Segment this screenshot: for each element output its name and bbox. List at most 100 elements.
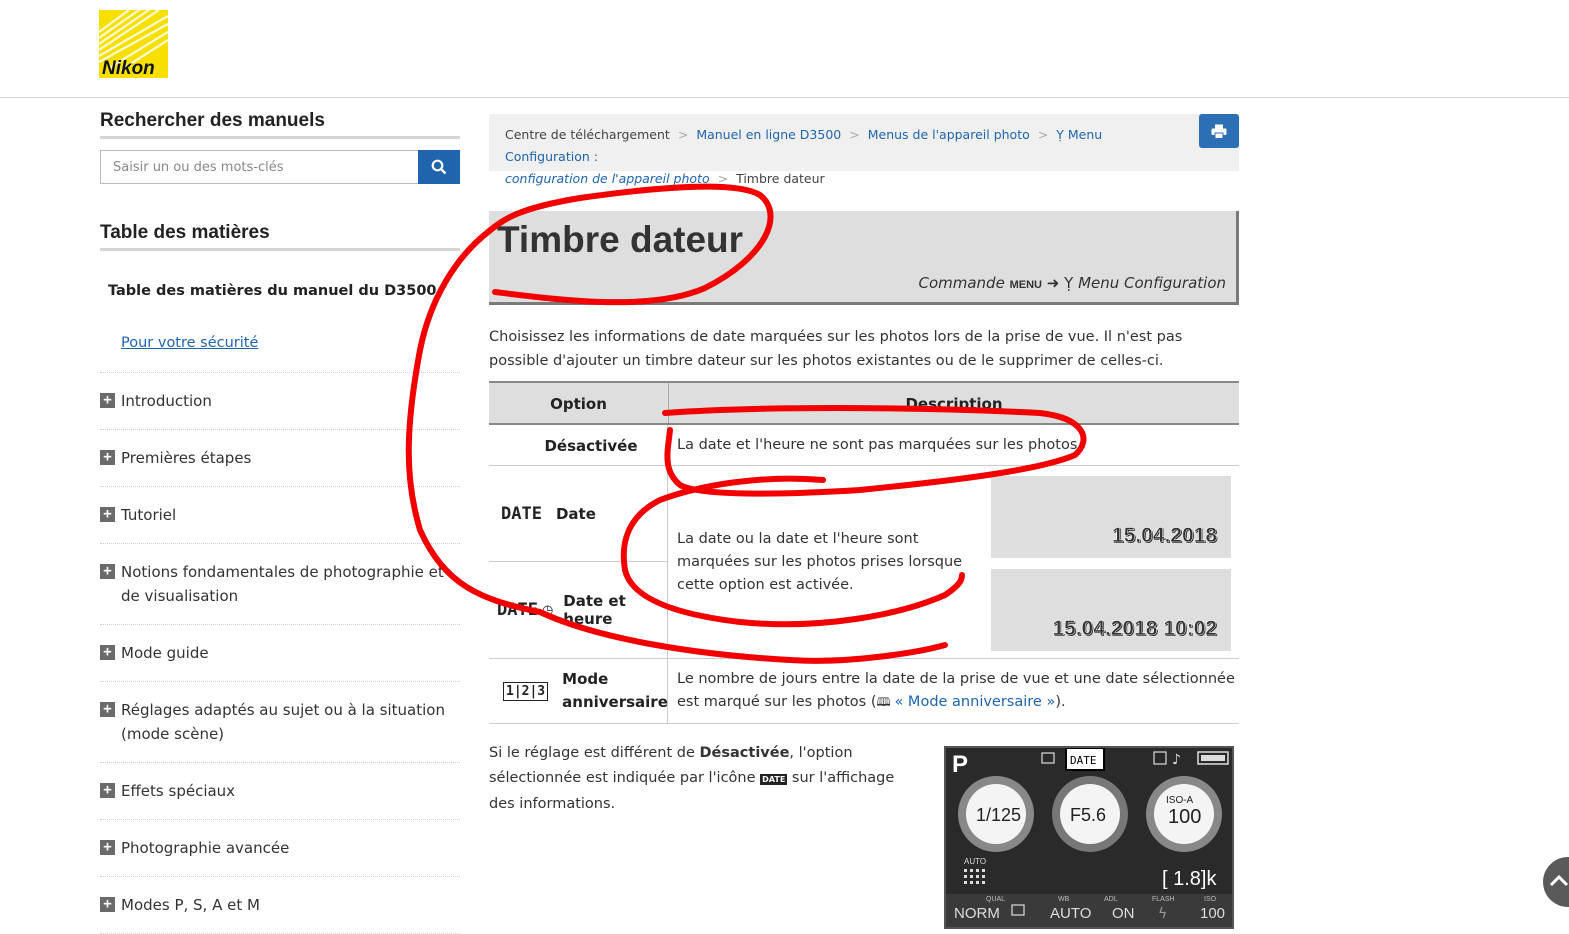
toc-item-label: Tutoriel bbox=[121, 506, 177, 524]
iso-bottom: 100 bbox=[1200, 905, 1225, 922]
expand-plus-icon[interactable]: + bbox=[100, 645, 115, 660]
breadcrumb-separator: > bbox=[1037, 127, 1049, 142]
nikon-logo[interactable]: Nikon bbox=[99, 10, 168, 78]
battery-outline-icon bbox=[1041, 752, 1055, 764]
chevron-up-icon bbox=[1549, 874, 1569, 887]
menu-command: Commande MENU ➜ Ỵ Menu Configuration bbox=[918, 274, 1226, 292]
option-date: DATE Date bbox=[489, 466, 668, 562]
toc-item-modes-psam[interactable]: + Modes P, S, A et M bbox=[100, 877, 460, 934]
toc-item-mode-guide[interactable]: + Mode guide bbox=[100, 625, 460, 682]
toc-item-label: Effets spéciaux bbox=[121, 782, 236, 800]
table-header: Option Description bbox=[489, 381, 1239, 425]
toc-heading: Table des matières bbox=[100, 222, 460, 251]
safety-link[interactable]: Pour votre sécurité bbox=[121, 335, 258, 351]
table-row: Désactivée La date et l'heure ne sont pa… bbox=[489, 425, 1239, 466]
info-paragraph: Si le réglage est différent de Désactivé… bbox=[489, 745, 895, 812]
toc-item-effets[interactable]: + Effets spéciaux bbox=[100, 763, 460, 820]
breadcrumb-separator: > bbox=[849, 127, 860, 142]
shooting-mode: P bbox=[952, 751, 968, 778]
exposures-remaining: [ 1.8]k bbox=[1162, 868, 1217, 890]
description-anniversary: Le nombre de jours entre la date de la p… bbox=[677, 671, 1235, 710]
flash-icon: ϟ bbox=[1158, 906, 1167, 922]
breadcrumb-link[interactable]: configuration de l'appareil photo bbox=[505, 171, 710, 186]
toc-title[interactable]: Table des matières du manuel du D3500 bbox=[100, 251, 460, 307]
search-input[interactable] bbox=[100, 150, 418, 184]
menu-key-label: MENU bbox=[1009, 279, 1042, 291]
shutter-speed: 1/125 bbox=[976, 805, 1021, 825]
s-icon bbox=[1153, 751, 1167, 765]
arrow-icon: ➜ bbox=[1046, 274, 1060, 292]
table-row: 1|2|3 Mode anniversaire Le nombre de jour… bbox=[489, 659, 1239, 724]
table-row-group: DATE Date DATE ◷ Date et heure La date ou… bbox=[489, 466, 1239, 659]
date-badge-icon: DATE bbox=[760, 773, 788, 785]
toc-item-label: Mode guide bbox=[121, 644, 209, 662]
white-balance: AUTO bbox=[1050, 905, 1091, 922]
date-time-icon: DATE bbox=[497, 600, 538, 620]
option-anniversary: 1|2|3 Mode anniversaire bbox=[489, 659, 668, 723]
search-icon bbox=[431, 159, 447, 175]
sidebar: Rechercher des manuels Table des matière… bbox=[100, 110, 460, 934]
lcd-bottom-label: ADL bbox=[1104, 896, 1118, 903]
clock-icon: ◷ bbox=[541, 602, 554, 618]
expand-plus-icon[interactable]: + bbox=[100, 564, 115, 579]
column-header-description: Description bbox=[905, 395, 1003, 413]
toc-item-label: Photographie avancée bbox=[121, 839, 290, 857]
iso-label: ISO-A bbox=[1166, 795, 1194, 806]
toc-item-label: Premières étapes bbox=[121, 449, 252, 467]
af-area-icon bbox=[964, 869, 985, 884]
column-header-option: Option bbox=[489, 383, 669, 423]
toc-item-label: Réglages adaptés au sujet ou à la situat… bbox=[121, 701, 445, 743]
iso-value: 100 bbox=[1168, 806, 1201, 828]
toc-item-tutoriel[interactable]: + Tutoriel bbox=[100, 487, 460, 544]
expand-plus-icon[interactable]: + bbox=[100, 507, 115, 522]
expand-plus-icon[interactable]: + bbox=[100, 393, 115, 408]
description-date: La date ou la date et l'heure sont marqu… bbox=[677, 530, 963, 593]
expand-plus-icon[interactable]: + bbox=[100, 840, 115, 855]
breadcrumb-link[interactable]: Menus de l'appareil photo bbox=[868, 127, 1030, 142]
aperture: F5.6 bbox=[1070, 805, 1106, 825]
breadcrumb-link[interactable]: Manuel en ligne D3500 bbox=[696, 127, 841, 142]
book-icon: 🕮 bbox=[876, 695, 895, 709]
toc-item-notions[interactable]: + Notions fondamentales de photographie … bbox=[100, 544, 460, 625]
options-table: Option Description Désactivée La date et… bbox=[489, 381, 1239, 724]
option-date-time: DATE ◷ Date et heure bbox=[497, 592, 626, 628]
print-button[interactable] bbox=[1199, 114, 1239, 148]
breadcrumb-separator: > bbox=[717, 171, 729, 186]
anniversary-icon: 1|2|3 bbox=[503, 681, 549, 701]
search-button[interactable] bbox=[418, 150, 460, 184]
scroll-top-button[interactable] bbox=[1543, 857, 1569, 907]
datetime-sample-image: 15.04.2018 10:02 bbox=[991, 569, 1231, 651]
date-sample-image: 15.04.2018 bbox=[991, 476, 1231, 558]
toc-safety-item: Pour votre sécurité bbox=[100, 315, 460, 373]
anniversary-link[interactable]: « Mode anniversaire » bbox=[894, 694, 1055, 710]
music-icon: ♪ bbox=[1172, 752, 1181, 768]
lcd-bottom-label: WB bbox=[1058, 896, 1070, 903]
breadcrumb-item[interactable]: Centre de téléchargement bbox=[505, 127, 670, 142]
expand-plus-icon[interactable]: + bbox=[100, 450, 115, 465]
wrench-icon: Ỵ bbox=[1056, 127, 1068, 142]
intro-paragraph: Choisissez les informations de date marq… bbox=[489, 329, 1183, 369]
expand-plus-icon[interactable]: + bbox=[100, 897, 115, 912]
image-quality: NORM bbox=[954, 905, 1000, 922]
breadcrumb-separator: > bbox=[677, 127, 689, 142]
lcd-bottom-label: ISO bbox=[1204, 896, 1217, 903]
expand-plus-icon[interactable]: + bbox=[100, 783, 115, 798]
auto-label: AUTO bbox=[964, 857, 986, 866]
adl: ON bbox=[1112, 905, 1135, 922]
search-heading: Rechercher des manuels bbox=[100, 110, 460, 139]
page-title: Timbre dateur bbox=[497, 219, 744, 260]
toc-item-introduction[interactable]: + Introduction bbox=[100, 373, 460, 430]
site-header: Nikon bbox=[0, 0, 1569, 98]
printer-icon bbox=[1211, 124, 1227, 139]
date-badge: DATE bbox=[1070, 754, 1097, 767]
wrench-icon: Ỵ bbox=[1064, 274, 1074, 292]
toc-item-reglages[interactable]: + Réglages adaptés au sujet ou à la situ… bbox=[100, 682, 460, 763]
toc-item-label: Notions fondamentales de photographie et… bbox=[121, 563, 444, 605]
breadcrumb-current: Timbre dateur bbox=[736, 171, 825, 186]
expand-plus-icon[interactable]: + bbox=[100, 702, 115, 717]
option-off: Désactivée bbox=[489, 425, 668, 465]
lcd-bottom-label: QUAL bbox=[986, 896, 1005, 903]
toc-item-photo-avancee[interactable]: + Photographie avancée bbox=[100, 820, 460, 877]
title-box: Timbre dateur Commande MENU ➜ Ỵ Menu Con… bbox=[489, 211, 1239, 305]
toc-item-premieres-etapes[interactable]: + Premières étapes bbox=[100, 430, 460, 487]
